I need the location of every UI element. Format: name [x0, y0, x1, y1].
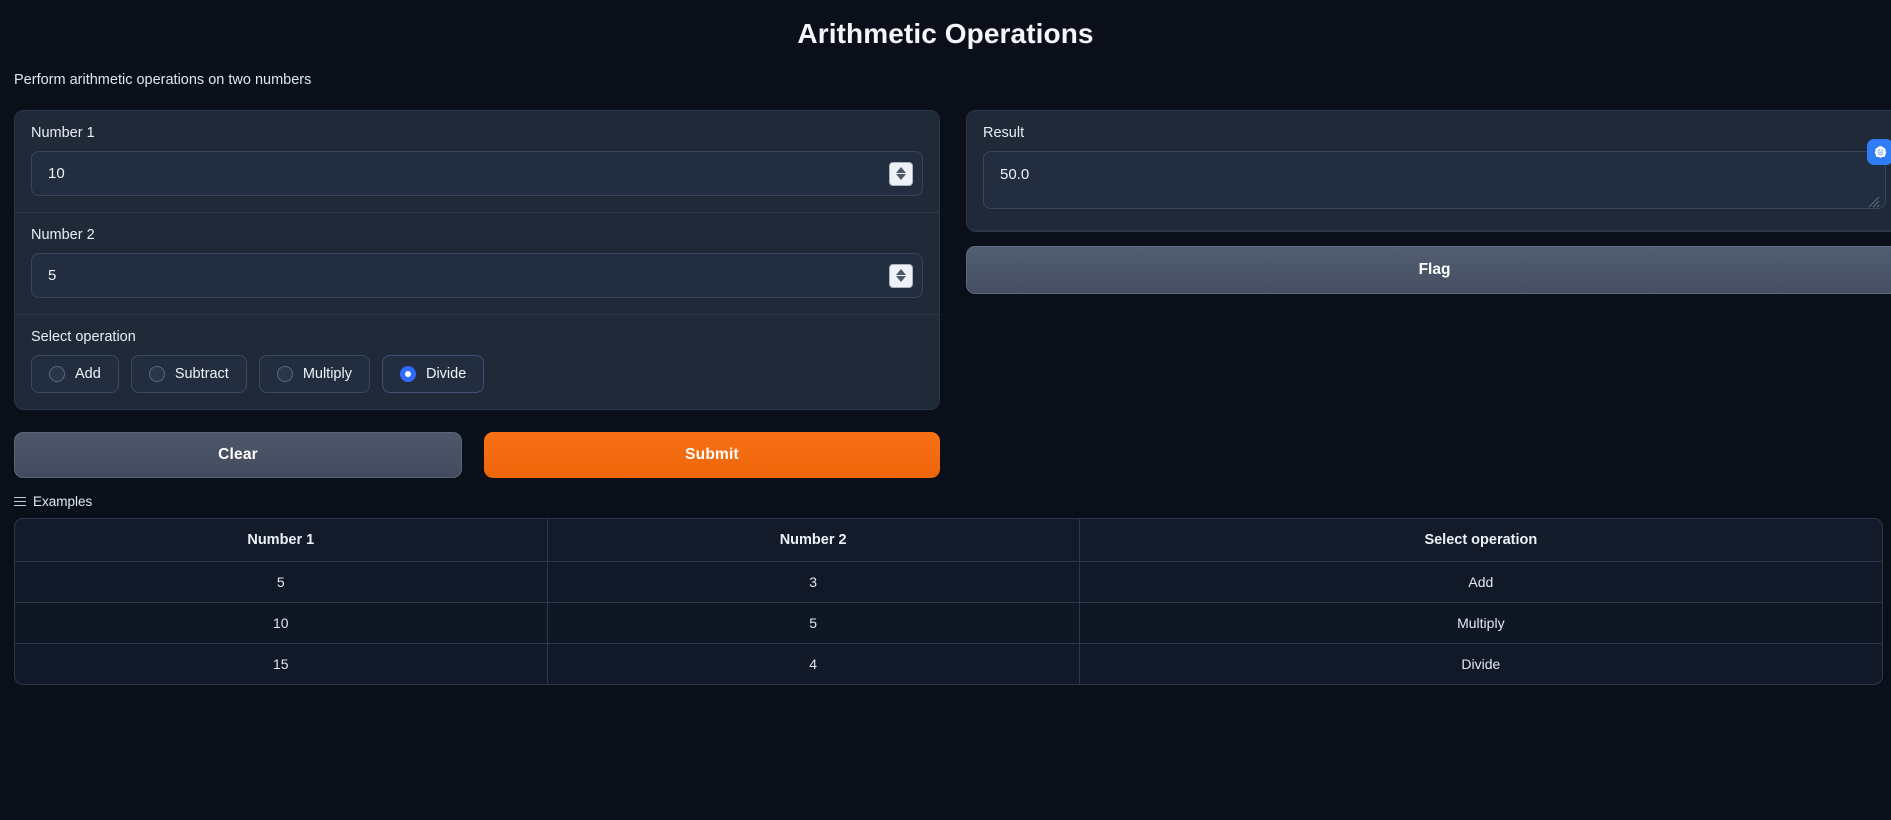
app-root: Arithmetic Operations Perform arithmetic…: [0, 0, 1891, 820]
flag-button[interactable]: Flag: [966, 246, 1891, 294]
main-columns: Number 1 Number 2: [0, 88, 1891, 478]
number1-field: Number 1: [15, 111, 939, 213]
radio-option-divide[interactable]: Divide: [381, 355, 485, 393]
table-row[interactable]: 10 5 Multiply: [15, 602, 1882, 644]
cell-number2[interactable]: 4: [547, 643, 1080, 684]
number2-input[interactable]: [31, 253, 923, 298]
cell-number1[interactable]: 5: [15, 561, 548, 603]
radio-option-add[interactable]: Add: [31, 355, 119, 393]
operation-field: Select operation Add Subtract Multiply D…: [15, 315, 939, 409]
result-label: Result: [983, 125, 1025, 141]
table-row[interactable]: 15 4 Divide: [15, 643, 1882, 685]
action-buttons: Clear Submit: [14, 432, 940, 478]
radio-label: Add: [75, 366, 101, 382]
column-header-number2: Number 2: [547, 519, 1080, 562]
examples-title: Examples: [33, 494, 93, 509]
result-box-wrap: [983, 151, 1886, 214]
stepper-down-icon[interactable]: [896, 276, 906, 282]
page-subtitle: Perform arithmetic operations on two num…: [14, 72, 312, 88]
radio-label: Subtract: [174, 366, 229, 382]
brain-icon[interactable]: [1867, 139, 1891, 165]
cell-operation[interactable]: Multiply: [1079, 602, 1882, 644]
number2-field: Number 2: [15, 213, 939, 315]
radio-dot-selected-icon: [399, 366, 416, 382]
number1-stepper[interactable]: [889, 161, 913, 186]
result-field: Result: [967, 111, 1891, 231]
submit-button[interactable]: Submit: [484, 432, 940, 478]
column-header-number1: Number 1: [15, 519, 548, 562]
radio-dot-icon: [276, 366, 293, 382]
number2-input-wrap: [31, 253, 923, 298]
result-output[interactable]: [983, 151, 1886, 209]
cell-number1[interactable]: 10: [15, 602, 548, 644]
radio-option-multiply[interactable]: Multiply: [258, 355, 370, 393]
stepper-up-icon[interactable]: [896, 269, 906, 275]
number1-input-wrap: [31, 151, 923, 196]
examples-table: Number 1 Number 2 Select operation 5 3 A…: [15, 519, 1882, 684]
radio-dot-icon: [49, 366, 65, 382]
table-header-row: Number 1 Number 2 Select operation: [15, 519, 1882, 562]
radio-label: Divide: [425, 366, 467, 382]
stepper-up-icon[interactable]: [896, 167, 906, 173]
examples-table-body: 5 3 Add 10 5 Multiply 15 4 Divide: [15, 561, 1882, 685]
result-group-panel: Result: [966, 110, 1891, 232]
clear-button[interactable]: Clear: [14, 432, 462, 478]
radio-dot-icon: [148, 366, 165, 382]
input-column: Number 1 Number 2: [14, 110, 940, 478]
examples-table-wrapper: Number 1 Number 2 Select operation 5 3 A…: [14, 518, 1883, 685]
examples-header[interactable]: Examples: [0, 478, 1891, 518]
table-row[interactable]: 5 3 Add: [15, 561, 1882, 603]
number1-label: Number 1: [31, 125, 95, 141]
cell-operation[interactable]: Add: [1079, 561, 1882, 603]
number1-input[interactable]: [31, 151, 923, 196]
output-column: Result Flag: [966, 110, 1891, 294]
cell-operation[interactable]: Divide: [1079, 644, 1882, 685]
operation-radio-group: Add Subtract Multiply Divide: [31, 355, 923, 393]
column-header-operation: Select operation: [1079, 519, 1882, 562]
cell-number2[interactable]: 3: [547, 561, 1080, 603]
input-group-panel: Number 1 Number 2: [14, 110, 940, 410]
cell-number2[interactable]: 5: [547, 602, 1080, 644]
radio-option-subtract[interactable]: Subtract: [130, 355, 247, 393]
operation-label: Select operation: [31, 329, 136, 345]
examples-table-head: Number 1 Number 2 Select operation: [15, 519, 1882, 562]
cell-number1[interactable]: 15: [15, 643, 548, 684]
list-icon: [14, 496, 26, 507]
radio-label: Multiply: [302, 366, 352, 382]
brain-glyph-icon: [1874, 145, 1886, 158]
page-title: Arithmetic Operations: [797, 18, 1094, 49]
number2-label: Number 2: [31, 227, 95, 243]
stepper-down-icon[interactable]: [896, 174, 906, 180]
number2-stepper[interactable]: [889, 263, 913, 288]
